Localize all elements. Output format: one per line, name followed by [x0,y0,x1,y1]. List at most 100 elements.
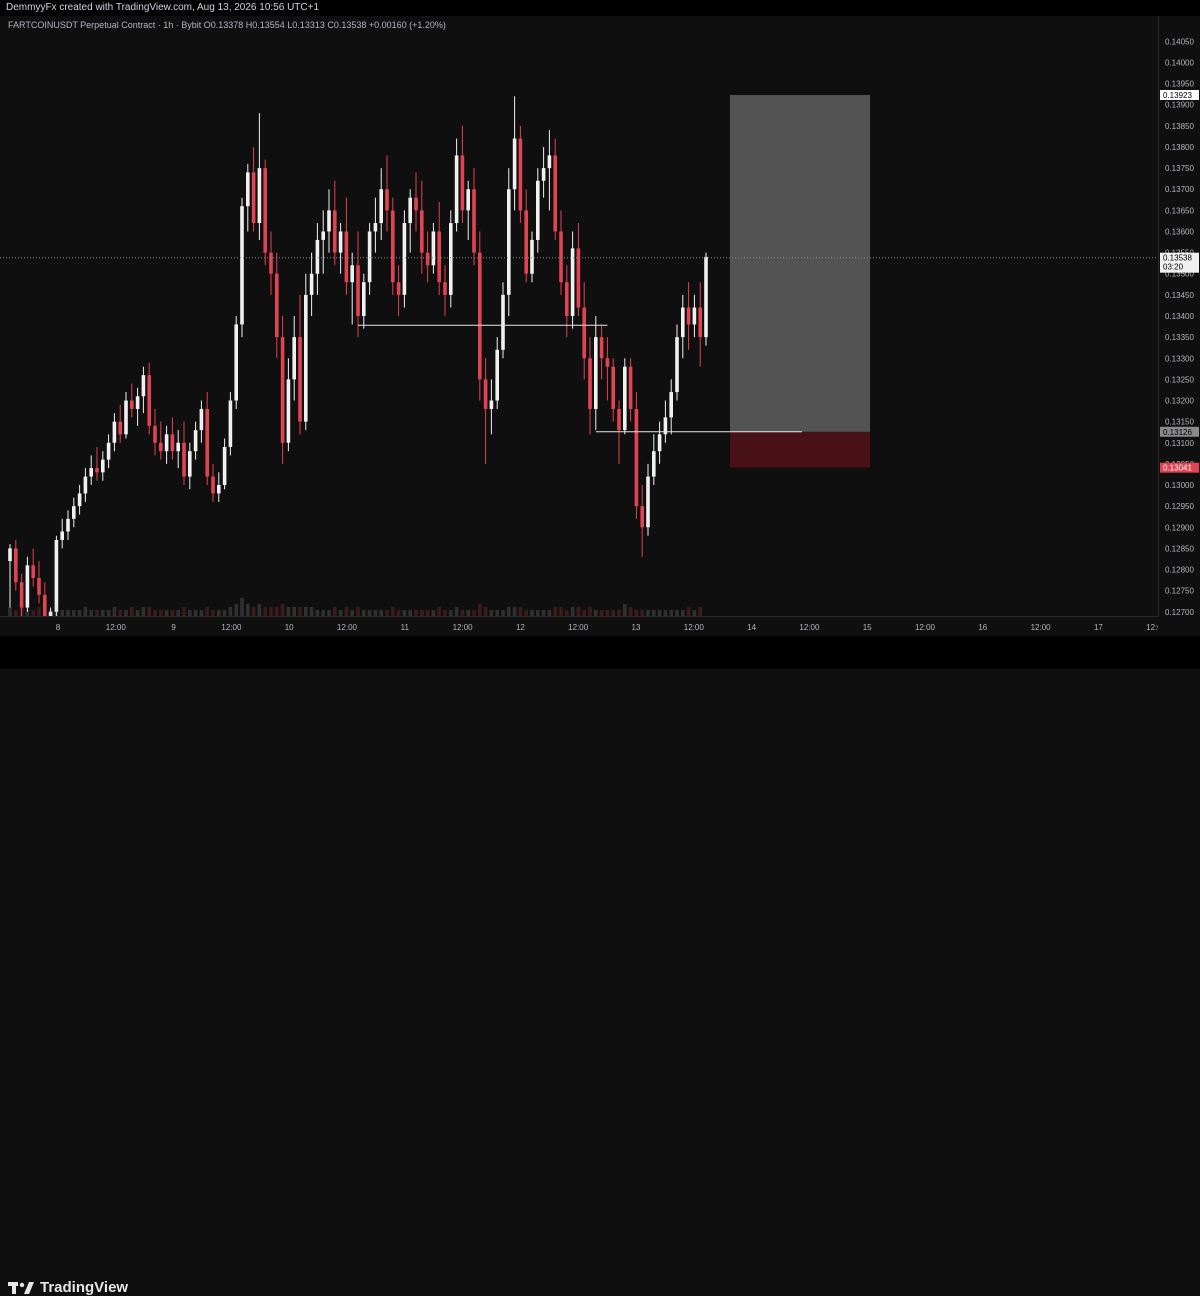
volume-bar [182,607,186,616]
volume-bar [234,604,238,616]
candle-body [373,223,378,232]
candle [657,421,662,464]
time-tick-label: 17 [1094,623,1103,632]
candle-body [402,223,407,295]
time-tick-label: 14 [747,623,756,632]
volume-bar [570,607,575,616]
candle-body [338,231,343,253]
candle-body [153,425,157,443]
volume-bar [576,607,581,616]
candle [518,125,523,224]
candle [634,392,639,519]
volume-bar [286,607,291,616]
candle [182,421,186,486]
candle [396,265,401,316]
time-tick-label: 12:00 [915,623,936,632]
candle-body [524,210,528,274]
candle-body [286,379,291,443]
candle-body [652,451,656,477]
candle-body [211,476,215,494]
candle-body [669,392,673,418]
target-zone [730,95,870,432]
candle-body [304,294,308,422]
candle [594,316,598,431]
candle-body [646,476,650,528]
candlestick-chart[interactable] [0,16,1158,633]
candle [692,294,697,338]
candle-body [130,400,134,409]
candle [582,282,586,380]
candle [228,392,233,456]
candle-body [640,506,644,528]
time-tick-label: 12:00 [1146,623,1158,632]
entry-price-label: 0.13126 [1163,428,1192,437]
candle-body [547,155,552,169]
header-text: DemmyyFx created with TradingView.com, A… [6,2,320,13]
candle-body [321,231,325,240]
candle-body [483,379,488,409]
price-tick-label: 0.13800 [1165,143,1194,152]
price-tick-label: 0.13900 [1165,101,1194,110]
candle [159,421,163,460]
candle [437,201,441,295]
price-axis[interactable]: 0.14050 0.14000 0.13950 0.13900 0.13850 0.138… [1158,16,1200,617]
candle [118,404,122,443]
candle-body [478,252,482,380]
candle [640,485,644,557]
volume-bar [391,607,395,616]
tradingview-brand: TradingView [40,1279,129,1296]
candle [379,168,383,240]
chart-area[interactable] [0,16,1158,633]
candle-body [431,231,436,266]
time-axis-labels: 8 12:00 9 12:00 10 12:00 11 12:00 12 12:00 13 12:00… [56,623,1167,632]
candle-body [8,548,12,562]
price-tick-label: 0.13200 [1165,397,1194,406]
price-tick-label: 0.12950 [1165,502,1194,511]
candle [130,383,134,418]
volume-bar [263,607,267,616]
candle-body [634,408,639,507]
time-tick-label: 12:00 [568,623,589,632]
candle [309,252,314,316]
candle-body [240,206,244,325]
candle [367,223,372,295]
candle-body [617,408,621,431]
candle [164,425,169,464]
tradingview-logo[interactable]: TradingView [8,1279,128,1296]
candle [240,197,244,338]
candle [628,358,633,422]
candle [106,434,111,469]
candle [153,408,157,456]
candle-body [14,548,18,583]
price-tick-label: 0.13150 [1165,418,1194,427]
candle [541,146,546,198]
candle-body [327,210,331,232]
time-axis[interactable]: 8 12:00 9 12:00 10 12:00 11 12:00 12 12:00 13 12:00… [0,616,1167,636]
candle-body [222,446,227,486]
candle-body [234,324,238,401]
candle-body [164,434,169,452]
price-tick-label: 0.13750 [1165,164,1194,173]
volume-bar [298,607,302,616]
candle [60,518,64,549]
volume-bar [507,607,511,616]
candle [72,497,76,528]
candle [344,197,349,295]
volume-bar [454,607,459,616]
candle-body [698,307,702,338]
candle-body [437,231,441,283]
candle [704,252,708,346]
volume-bar [483,607,488,616]
candle-body [217,485,221,494]
candle [623,358,627,435]
volume-bar [623,604,627,616]
candle [31,548,35,587]
candle-body [309,273,314,295]
candle-body [588,358,592,409]
price-tick-label: 0.13850 [1165,122,1194,131]
price-tick-label: 0.12800 [1165,566,1194,575]
time-tick-label: 12:00 [1031,623,1052,632]
price-tick-label: 0.12850 [1165,544,1194,553]
candle [124,392,128,439]
volume-bar [141,607,146,616]
